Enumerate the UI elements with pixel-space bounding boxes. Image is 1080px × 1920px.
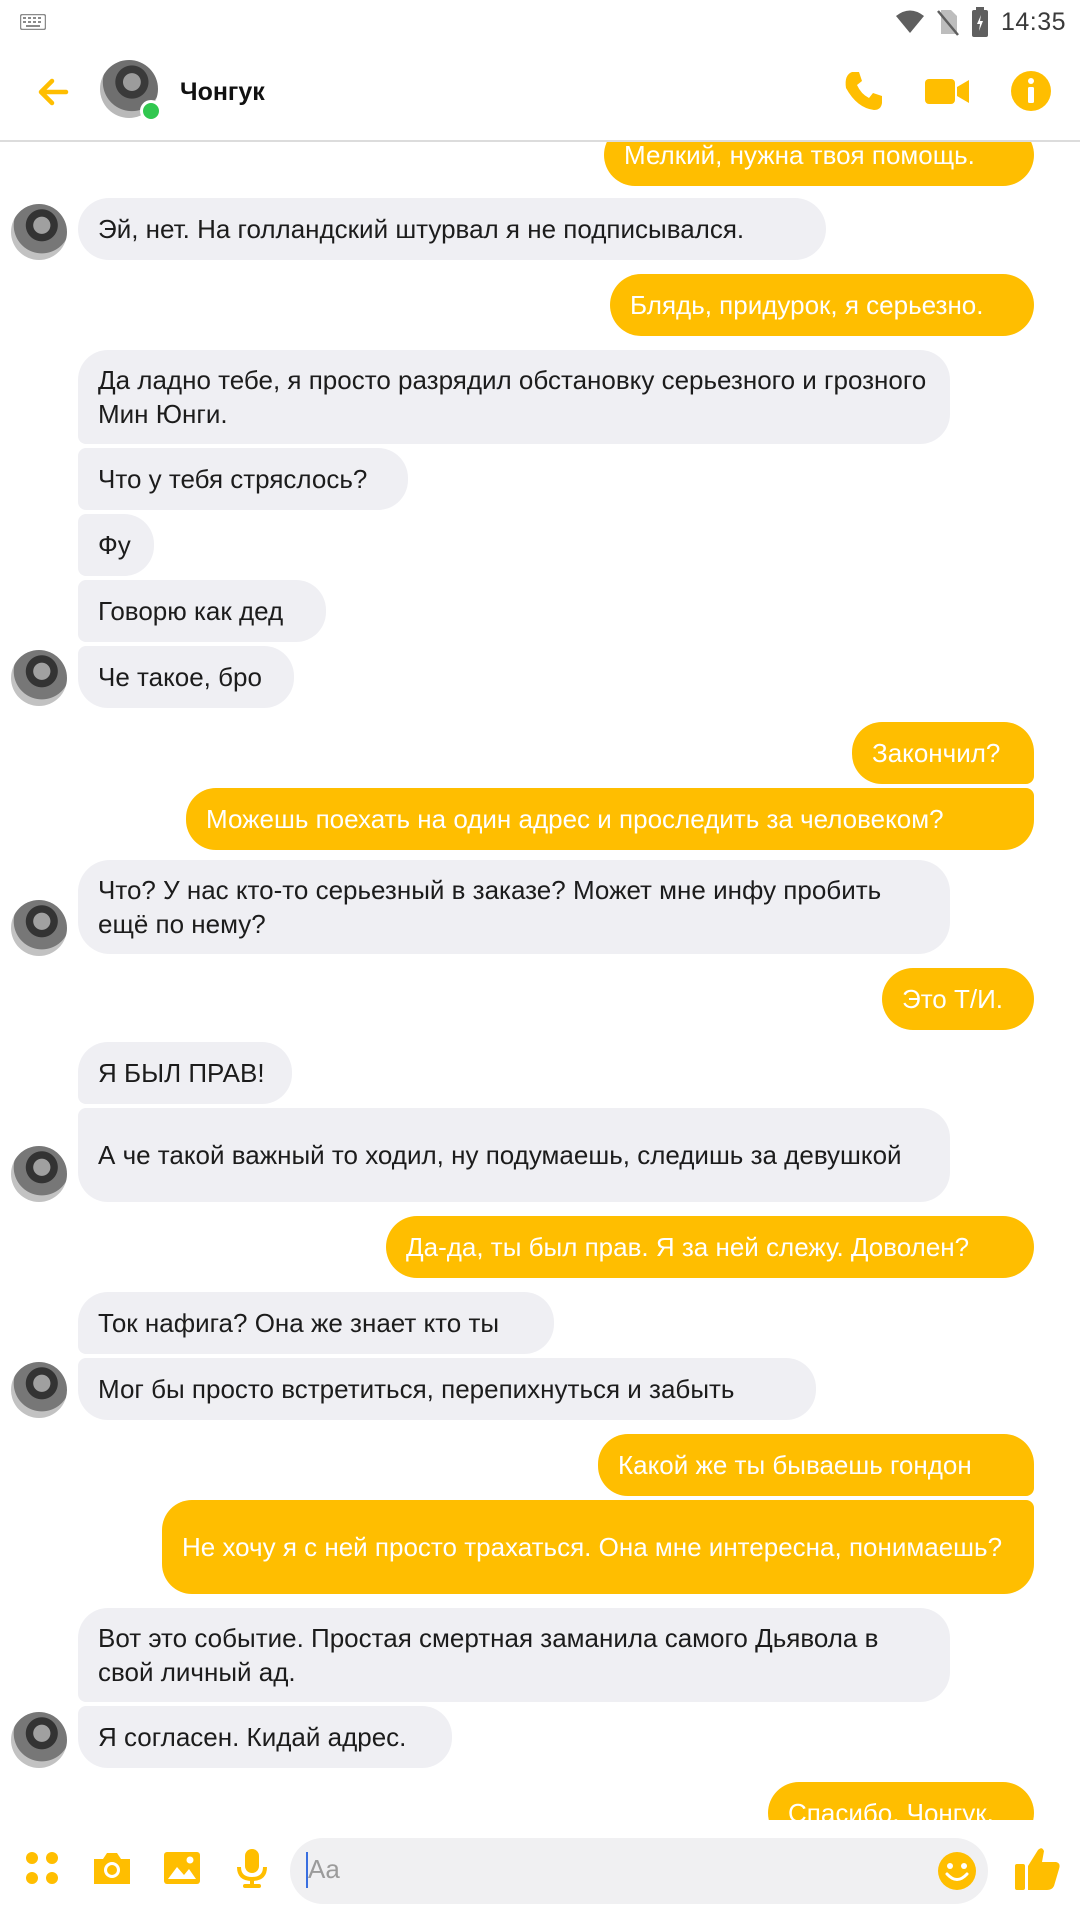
gallery-icon[interactable] xyxy=(160,1846,204,1890)
no-sim-icon xyxy=(936,10,959,36)
status-time: 14:35 xyxy=(1000,7,1066,36)
incoming-message[interactable]: Говорю как дед xyxy=(78,580,326,642)
incoming-message[interactable]: Ток нафига? Она же знает кто ты xyxy=(78,1292,554,1354)
contact-avatar-small[interactable] xyxy=(11,900,67,956)
outgoing-message[interactable]: Это Т/И. xyxy=(882,968,1034,1030)
incoming-message[interactable]: Фу xyxy=(78,514,154,576)
outgoing-message[interactable]: Мелкий, нужна твоя помощь. xyxy=(604,142,1034,186)
contact-name[interactable]: Чонгук xyxy=(180,78,265,107)
camera-icon[interactable] xyxy=(90,1846,134,1890)
incoming-message[interactable]: Мог бы просто встретиться, перепихнуться… xyxy=(78,1358,816,1420)
status-bar: 14:35 xyxy=(0,0,1080,44)
phone-icon[interactable] xyxy=(838,66,888,116)
incoming-message[interactable]: Че такое, бро xyxy=(78,646,294,708)
outgoing-message[interactable]: Спасибо, Чонгук. xyxy=(768,1782,1034,1820)
incoming-message[interactable]: Что? У нас кто-то серьезный в заказе? Мо… xyxy=(78,860,950,954)
contact-avatar-small[interactable] xyxy=(11,1146,67,1202)
outgoing-message[interactable]: Блядь, придурок, я серьезно. xyxy=(610,274,1034,336)
incoming-message[interactable]: А че такой важный то ходил, ну подумаешь… xyxy=(78,1108,950,1202)
outgoing-message[interactable]: Да-да, ты был прав. Я за ней слежу. Дово… xyxy=(386,1216,1034,1278)
incoming-message[interactable]: Эй, нет. На голландский штурвал я не под… xyxy=(78,198,826,260)
conversation-header: Чонгук xyxy=(0,44,1080,142)
incoming-message[interactable]: Вот это событие. Простая смертная замани… xyxy=(78,1608,950,1702)
contact-avatar-small[interactable] xyxy=(11,1362,67,1418)
message-input-placeholder: Aa xyxy=(308,1854,340,1884)
back-arrow-icon[interactable] xyxy=(30,68,78,116)
message-composer: Aa xyxy=(0,1822,1080,1920)
microphone-icon[interactable] xyxy=(230,1846,274,1890)
outgoing-message[interactable]: Можешь поехать на один адрес и проследит… xyxy=(186,788,1034,850)
outgoing-message[interactable]: Не хочу я с ней просто трахаться. Она мн… xyxy=(162,1500,1034,1594)
online-indicator xyxy=(140,100,162,122)
contact-avatar-small[interactable] xyxy=(11,650,67,706)
message-list[interactable]: Мелкий, нужна твоя помощь. Эй, нет. На г… xyxy=(0,142,1080,1820)
incoming-message[interactable]: Да ладно тебе, я просто разрядил обстано… xyxy=(78,350,950,444)
apps-icon[interactable] xyxy=(20,1846,64,1890)
emoji-icon[interactable] xyxy=(936,1850,978,1892)
incoming-message[interactable]: Я БЫЛ ПРАВ! xyxy=(78,1042,292,1104)
video-call-icon[interactable] xyxy=(922,66,972,116)
message-input[interactable]: Aa xyxy=(290,1838,988,1904)
battery-icon xyxy=(971,7,988,37)
outgoing-message[interactable]: Закончил? xyxy=(852,722,1034,784)
contact-avatar-small[interactable] xyxy=(11,1712,67,1768)
incoming-message[interactable]: Что у тебя стряслось? xyxy=(78,448,408,510)
outgoing-message[interactable]: Какой же ты бываешь гондон xyxy=(598,1434,1034,1496)
info-icon[interactable] xyxy=(1006,66,1056,116)
keyboard-icon xyxy=(20,14,46,30)
thumbs-up-icon[interactable] xyxy=(1012,1842,1064,1894)
incoming-message[interactable]: Я согласен. Кидай адрес. xyxy=(78,1706,452,1768)
contact-avatar-small[interactable] xyxy=(11,204,67,260)
wifi-icon xyxy=(895,10,924,33)
